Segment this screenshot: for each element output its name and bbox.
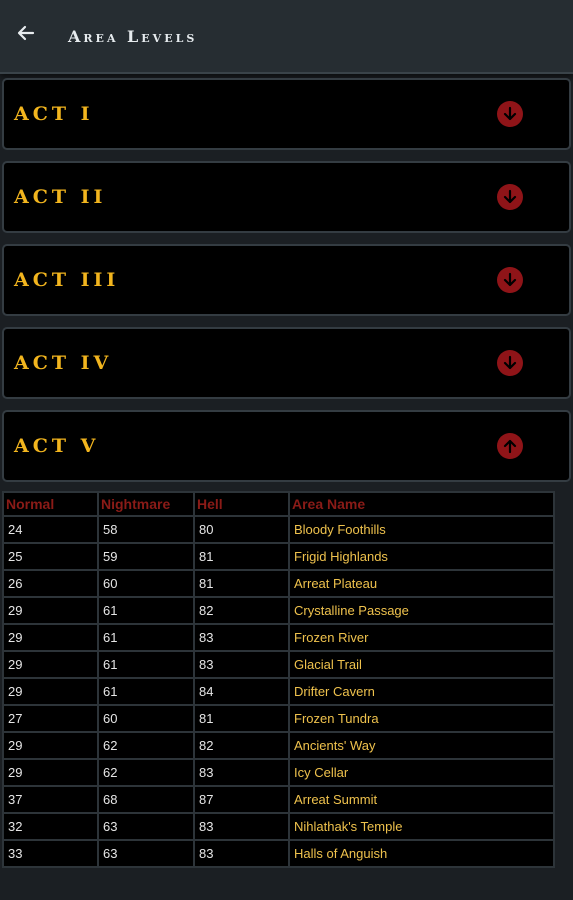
act-4-header[interactable]: ACT IV: [2, 327, 571, 399]
table-row: 29 62 83 Icy Cellar: [2, 758, 555, 787]
cell-hell: 81: [193, 542, 290, 571]
cell-hell: 82: [193, 596, 290, 625]
cell-normal: 29: [2, 677, 99, 706]
cell-area-name: Ancients' Way: [288, 731, 555, 760]
cell-hell: 80: [193, 515, 290, 544]
act-5-label: ACT V: [14, 435, 100, 457]
cell-nightmare: 58: [97, 515, 195, 544]
cell-area-name: Frozen River: [288, 623, 555, 652]
cell-nightmare: 60: [97, 569, 195, 598]
cell-area-name: Crystalline Passage: [288, 596, 555, 625]
cell-nightmare: 59: [97, 542, 195, 571]
cell-hell: 82: [193, 731, 290, 760]
act-5-header[interactable]: ACT V: [2, 410, 571, 482]
cell-area-name: Glacial Trail: [288, 650, 555, 679]
cell-area-name: Bloody Foothills: [288, 515, 555, 544]
cell-normal: 26: [2, 569, 99, 598]
cell-normal: 37: [2, 785, 99, 814]
cell-normal: 32: [2, 812, 99, 841]
cell-hell: 84: [193, 677, 290, 706]
cell-hell: 87: [193, 785, 290, 814]
cell-area-name: Arreat Summit: [288, 785, 555, 814]
cell-normal: 29: [2, 623, 99, 652]
column-header-hell: Hell: [193, 491, 290, 517]
table-row: 33 63 83 Halls of Anguish: [2, 839, 555, 868]
page-title: Area Levels: [68, 26, 198, 46]
table-row: 29 61 83 Frozen River: [2, 623, 555, 652]
cell-nightmare: 61: [97, 596, 195, 625]
cell-nightmare: 62: [97, 758, 195, 787]
area-level-table: Normal Nightmare Hell Area Name 24 58 80…: [2, 491, 555, 868]
arrow-down-circle-icon[interactable]: [497, 267, 523, 293]
arrow-down-circle-icon[interactable]: [497, 101, 523, 127]
act-1-label: ACT I: [14, 103, 94, 125]
cell-hell: 83: [193, 839, 290, 868]
cell-normal: 33: [2, 839, 99, 868]
act-1-header[interactable]: ACT I: [2, 78, 571, 150]
cell-nightmare: 61: [97, 650, 195, 679]
table-header-row: Normal Nightmare Hell Area Name: [2, 491, 555, 517]
cell-hell: 81: [193, 704, 290, 733]
act-3-label: ACT III: [14, 269, 120, 291]
area-levels-screen: Area Levels ACT I ACT II ACT III ACT IV …: [0, 0, 573, 900]
cell-area-name: Icy Cellar: [288, 758, 555, 787]
cell-nightmare: 63: [97, 839, 195, 868]
cell-normal: 29: [2, 731, 99, 760]
cell-hell: 83: [193, 650, 290, 679]
cell-normal: 29: [2, 596, 99, 625]
table-row: 26 60 81 Arreat Plateau: [2, 569, 555, 598]
cell-area-name: Frozen Tundra: [288, 704, 555, 733]
table-row: 27 60 81 Frozen Tundra: [2, 704, 555, 733]
cell-normal: 27: [2, 704, 99, 733]
cell-normal: 29: [2, 650, 99, 679]
cell-nightmare: 63: [97, 812, 195, 841]
arrow-up-circle-icon[interactable]: [497, 433, 523, 459]
arrow-down-circle-icon[interactable]: [497, 184, 523, 210]
table-row: 24 58 80 Bloody Foothills: [2, 515, 555, 544]
act-2-label: ACT II: [14, 186, 107, 208]
cell-area-name: Arreat Plateau: [288, 569, 555, 598]
table-row: 25 59 81 Frigid Highlands: [2, 542, 555, 571]
cell-area-name: Nihlathak's Temple: [288, 812, 555, 841]
back-arrow-icon[interactable]: [16, 23, 36, 49]
column-header-normal: Normal: [2, 491, 99, 517]
act-list: ACT I ACT II ACT III ACT IV ACT V: [0, 78, 573, 493]
table-row: 29 61 82 Crystalline Passage: [2, 596, 555, 625]
area-level-table-container: Normal Nightmare Hell Area Name 24 58 80…: [2, 491, 555, 868]
cell-nightmare: 61: [97, 623, 195, 652]
cell-area-name: Frigid Highlands: [288, 542, 555, 571]
arrow-down-circle-icon[interactable]: [497, 350, 523, 376]
column-header-area-name: Area Name: [288, 491, 555, 517]
table-row: 29 61 84 Drifter Cavern: [2, 677, 555, 706]
cell-area-name: Halls of Anguish: [288, 839, 555, 868]
cell-nightmare: 68: [97, 785, 195, 814]
cell-hell: 83: [193, 812, 290, 841]
cell-normal: 24: [2, 515, 99, 544]
app-bar: Area Levels: [0, 0, 573, 74]
cell-area-name: Drifter Cavern: [288, 677, 555, 706]
table-row: 32 63 83 Nihlathak's Temple: [2, 812, 555, 841]
table-row: 29 61 83 Glacial Trail: [2, 650, 555, 679]
act-2-header[interactable]: ACT II: [2, 161, 571, 233]
column-header-nightmare: Nightmare: [97, 491, 195, 517]
cell-nightmare: 61: [97, 677, 195, 706]
cell-hell: 83: [193, 623, 290, 652]
table-row: 37 68 87 Arreat Summit: [2, 785, 555, 814]
cell-hell: 83: [193, 758, 290, 787]
act-3-header[interactable]: ACT III: [2, 244, 571, 316]
cell-nightmare: 60: [97, 704, 195, 733]
table-row: 29 62 82 Ancients' Way: [2, 731, 555, 760]
cell-nightmare: 62: [97, 731, 195, 760]
cell-hell: 81: [193, 569, 290, 598]
cell-normal: 29: [2, 758, 99, 787]
cell-normal: 25: [2, 542, 99, 571]
back-button[interactable]: [0, 0, 52, 72]
act-4-label: ACT IV: [14, 352, 113, 374]
